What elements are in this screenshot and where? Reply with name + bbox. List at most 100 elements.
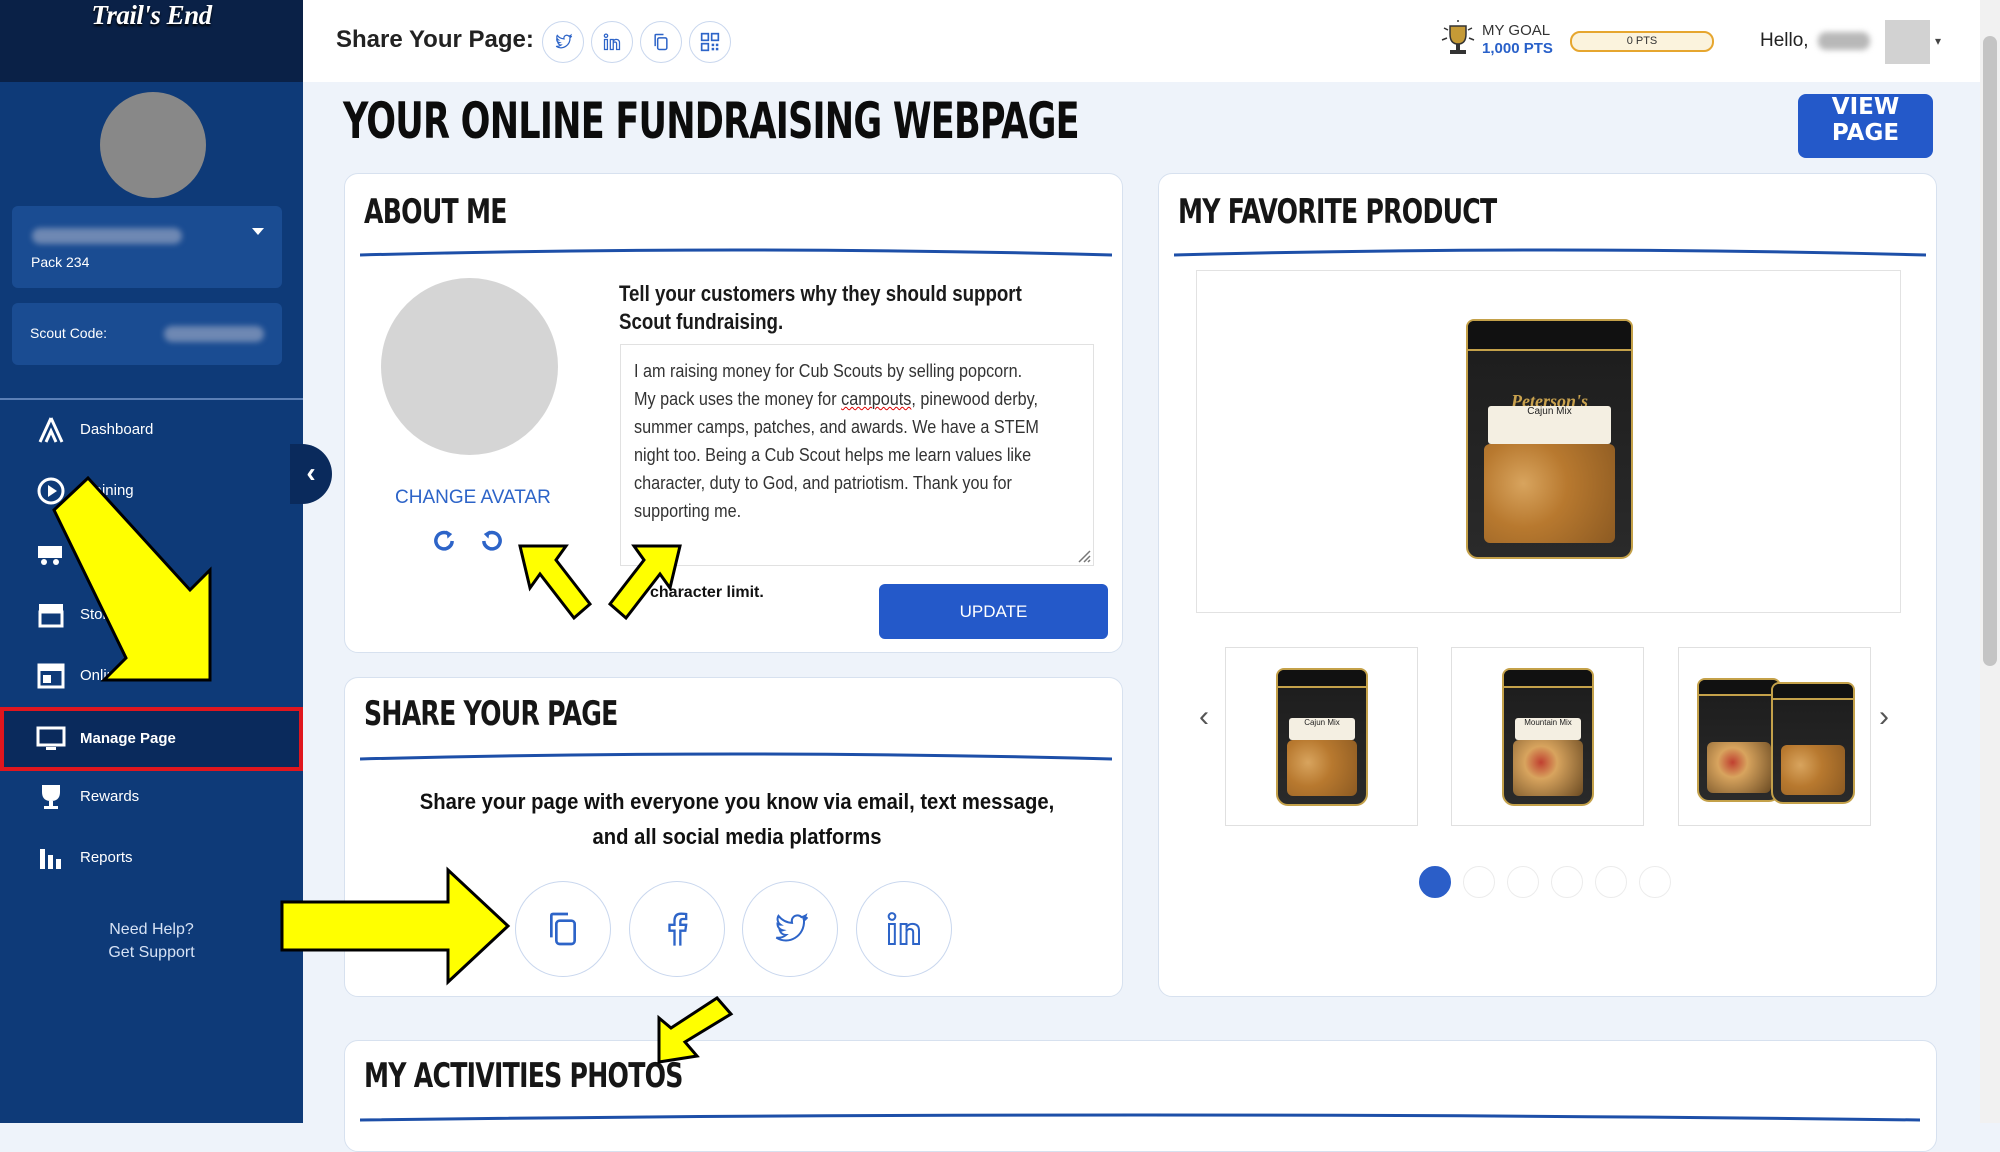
trophy-icon [42,785,60,809]
scrollbar-thumb[interactable] [1983,36,1997,666]
misspelled-word: campouts [841,389,912,409]
favorite-product-title: MY FAVORITE PRODUCT [1178,192,1497,232]
twitter-icon [775,913,809,942]
qr-code-button[interactable] [689,21,731,63]
title-underline [360,1113,1920,1122]
copy-icon [654,33,668,51]
monitor-icon [36,726,66,750]
user-name-redacted [32,228,182,244]
goal-value: 1,000 PTS [1482,40,1553,57]
about-prompt: Tell your customers why they should supp… [619,281,1022,334]
carousel-dot[interactable] [1639,866,1671,898]
product-thumbnail[interactable] [1678,647,1871,826]
sidebar-item-label: Reports [80,849,133,866]
annotation-arrow-icon [52,475,212,682]
main-product-image[interactable]: Peterson's Cajun Mix [1196,270,1901,613]
user-menu-chevron-icon[interactable]: ▾ [1935,34,1941,48]
user-avatar[interactable] [1885,20,1930,64]
sidebar-divider [0,398,303,400]
share-facebook-button[interactable] [629,881,725,977]
support-line: Get Support [108,944,195,961]
annotation-arrow-icon [518,544,593,621]
change-avatar-link[interactable]: CHANGE AVATAR [395,487,551,509]
carousel-prev-icon[interactable]: ‹ [1199,700,1209,734]
sidebar-avatar [100,92,206,198]
tent-icon [38,417,64,443]
thumbnail-bag-image: Cajun Mix [1276,668,1368,806]
annotation-arrow-icon [657,996,734,1064]
thumbnail-bag-image [1771,682,1855,804]
twitter-icon [555,33,573,49]
title-underline [360,248,1112,257]
product-bag-image: Peterson's Cajun Mix [1466,319,1633,559]
carousel-dot[interactable] [1507,866,1539,898]
share-linkedin-button-large[interactable] [856,881,952,977]
share-page-label: Share Your Page: [336,26,534,53]
user-first-name-redacted [1818,32,1870,50]
update-button[interactable]: UPDATE [879,584,1108,639]
about-avatar [381,278,558,455]
product-thumbnail[interactable]: Mountain Mix [1451,647,1644,826]
carousel-dot[interactable] [1419,866,1451,898]
resize-handle-icon[interactable] [1075,547,1091,563]
goal-progress-bar: 0 PTS [1570,31,1714,52]
linkedin-icon [887,912,920,945]
title-underline [360,752,1112,761]
rotate-right-icon[interactable] [430,527,458,555]
page-title: YOUR ONLINE FUNDRAISING WEBPAGE [343,92,1080,150]
sidebar-item-manage-page[interactable]: Manage Page [0,707,303,771]
chevron-down-icon[interactable] [252,228,264,235]
thumbnail-bag-image: Mountain Mix [1502,668,1594,806]
sidebar-item-rewards[interactable]: Rewards [0,768,303,826]
carousel-next-icon[interactable]: › [1879,700,1889,734]
goal-trophy-icon [1441,20,1475,54]
sidebar-item-reports[interactable]: Reports [0,829,303,887]
goal-label: MY GOAL [1482,22,1551,39]
share-card-title: SHARE YOUR PAGE [364,694,618,734]
share-copy-button[interactable] [515,881,611,977]
thumb-label: Mountain Mix [1514,718,1582,740]
help-link[interactable]: Need Help? Get Support [0,918,303,964]
scout-code-label: Scout Code: [30,325,108,341]
rotate-left-icon[interactable] [478,527,506,555]
about-me-title: ABOUT ME [364,192,507,232]
about-text: I am raising money for Cub Scouts by sel… [634,357,1039,525]
facebook-icon [668,912,688,946]
share-twitter-button-large[interactable] [742,881,838,977]
activities-title: MY ACTIVITIES PHOTOS [364,1056,683,1096]
brand-logo[interactable]: Trail's End [0,0,303,82]
pack-label: Pack 234 [31,254,90,270]
progress-text: 0 PTS [1626,35,1658,47]
copy-icon [550,912,576,946]
carousel-dot[interactable] [1595,866,1627,898]
share-twitter-button[interactable] [542,21,584,63]
sidebar-item-label: Dashboard [80,421,154,438]
sidebar-item-label: Manage Page [80,730,176,747]
copy-link-button[interactable] [640,21,682,63]
carousel-dot[interactable] [1551,866,1583,898]
scout-code-redacted [164,326,264,342]
title-underline [1174,248,1926,257]
about-textarea[interactable]: I am raising money for Cub Scouts by sel… [620,344,1094,566]
help-line: Need Help? [109,921,194,938]
bar-chart-icon [40,849,61,869]
account-switcher[interactable]: Pack 234 [12,206,282,288]
greeting: Hello, [1760,30,1809,51]
annotation-arrow-icon [280,866,511,986]
qr-code-icon [700,32,720,52]
sidebar-item-label: Rewards [80,788,140,805]
scout-code-box: Scout Code: [12,303,282,365]
product-thumbnail[interactable]: Cajun Mix [1225,647,1418,826]
sidebar-item-dashboard[interactable]: Dashboard [0,401,303,459]
thumbnail-bag-image [1697,678,1781,802]
view-page-button[interactable]: VIEW PAGE [1798,94,1933,158]
carousel-dot[interactable] [1463,866,1495,898]
collapse-sidebar-button[interactable]: ‹ [290,444,332,504]
bag-flavor-label: Cajun Mix [1487,405,1612,444]
linkedin-icon [603,33,621,51]
share-description: Share your page with everyone you know v… [419,789,1055,849]
annotation-arrow-icon [607,544,682,621]
chevron-left-icon: ‹ [306,457,316,488]
share-linkedin-button[interactable] [591,21,633,63]
thumb-label: Cajun Mix [1288,718,1356,740]
